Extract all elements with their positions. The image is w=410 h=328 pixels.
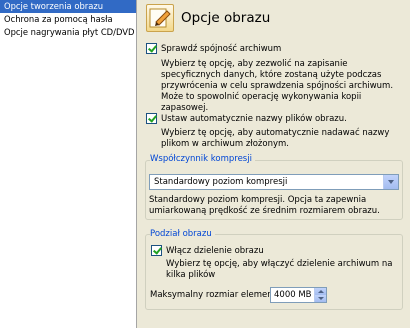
compression-select-value: Standardowy poziom kompresji <box>154 177 288 187</box>
enable-split-checkbox[interactable] <box>151 245 162 256</box>
chevron-down-icon[interactable] <box>383 175 398 189</box>
pencil-document-icon <box>146 4 174 32</box>
compression-title: Współczynnik kompresji <box>150 154 255 164</box>
nav-item-password-protection[interactable]: Ochrona za pomocą hasła <box>0 13 136 26</box>
auto-names-label: Ustaw automatycznie nazwy plików obrazu. <box>161 114 347 124</box>
options-nav: Opcje tworzenia obrazu Ochrona za pomocą… <box>0 0 137 328</box>
verify-archive-label: Sprawdź spójność archiwum <box>161 44 282 54</box>
auto-names-description: Wybierz tę opcję, aby automatycznie nada… <box>161 128 390 149</box>
verify-archive-checkbox[interactable] <box>146 43 157 54</box>
compression-description: Standardowy poziom kompresji. Opcja ta z… <box>149 195 380 216</box>
spin-up-icon[interactable] <box>314 288 326 295</box>
max-size-value: 4000 MB <box>274 290 312 300</box>
verify-archive-description: Wybierz tę opcję, aby zezwolić na zapisa… <box>161 59 394 113</box>
auto-names-checkbox[interactable] <box>146 113 157 124</box>
max-size-label: Maksymalny rozmiar elementu: <box>150 290 285 300</box>
page-title: Opcje obrazu <box>181 10 271 26</box>
split-title: Podział obrazu <box>150 229 215 239</box>
enable-split-label: Włącz dzielenie obrazu <box>166 246 264 256</box>
nav-item-cd-dvd-burning-options[interactable]: Opcje nagrywania płyt CD/DVD <box>0 26 136 39</box>
max-size-spinner[interactable]: 4000 MB <box>270 287 327 303</box>
nav-item-image-creation-options[interactable]: Opcje tworzenia obrazu <box>0 0 136 13</box>
enable-split-description: Wybierz tę opcję, aby włączyć dzielenie … <box>166 259 393 280</box>
spin-down-icon[interactable] <box>314 295 326 302</box>
compression-select[interactable]: Standardowy poziom kompresji <box>149 174 399 190</box>
